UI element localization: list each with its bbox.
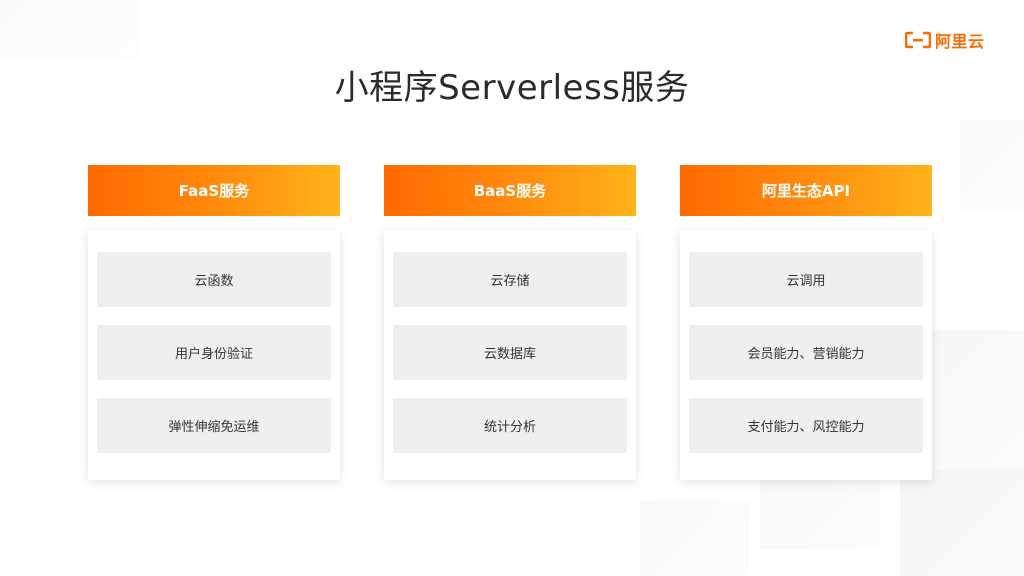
page-title: 小程序Serverless服务	[334, 68, 690, 108]
list-item: 用户身份验证	[97, 325, 331, 380]
list-item: 云调用	[689, 252, 923, 307]
card-header: BaaS服务	[384, 165, 636, 216]
card-body: 云存储 云数据库 统计分析	[384, 230, 636, 480]
list-item: 支付能力、风控能力	[689, 398, 923, 453]
logo-text: 阿里云	[935, 32, 985, 51]
card-ecosystem-api: 阿里生态API 云调用 会员能力、营销能力 支付能力、风控能力	[680, 165, 932, 480]
list-item: 统计分析	[393, 398, 627, 453]
card-body: 云函数 用户身份验证 弹性伸缩免运维	[88, 230, 340, 480]
list-item: 云数据库	[393, 325, 627, 380]
alibaba-cloud-logo: 阿里云	[905, 28, 985, 52]
card-header: 阿里生态API	[680, 165, 932, 216]
card-baas: BaaS服务 云存储 云数据库 统计分析	[384, 165, 636, 480]
card-faas: FaaS服务 云函数 用户身份验证 弹性伸缩免运维	[88, 165, 340, 480]
card-body: 云调用 会员能力、营销能力 支付能力、风控能力	[680, 230, 932, 480]
list-item: 会员能力、营销能力	[689, 325, 923, 380]
card-header: FaaS服务	[88, 165, 340, 216]
alibaba-cloud-icon	[905, 31, 931, 49]
list-item: 云存储	[393, 252, 627, 307]
list-item: 云函数	[97, 252, 331, 307]
list-item: 弹性伸缩免运维	[97, 398, 331, 453]
